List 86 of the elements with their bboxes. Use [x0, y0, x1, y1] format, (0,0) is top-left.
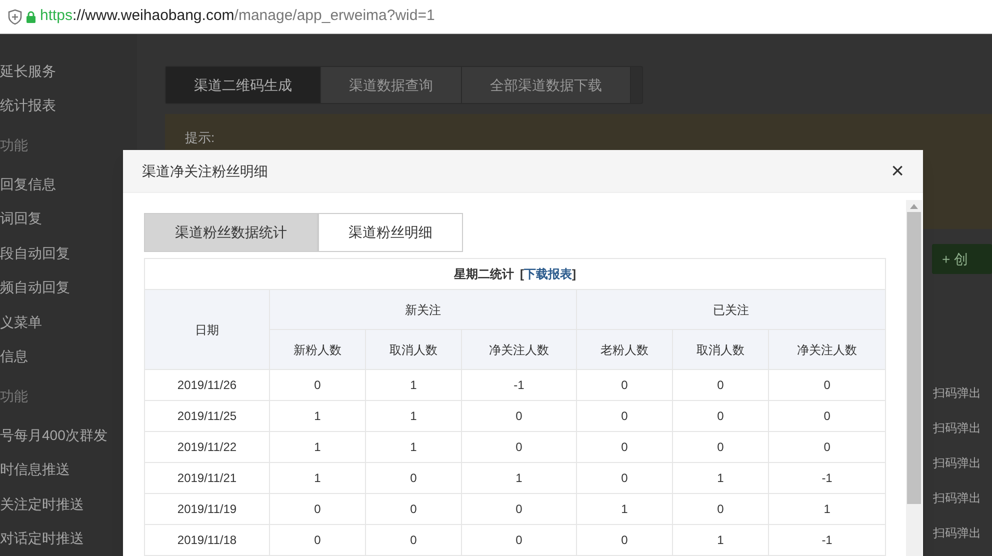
- table-cell: -1: [462, 370, 576, 400]
- table-cell: 1: [366, 432, 462, 462]
- table-cell: 1: [672, 462, 768, 494]
- list-item-text: 扫码弹出: [933, 526, 981, 540]
- url-text: https://www.weihaobang.com/manage/app_erweima?wid=1: [40, 6, 435, 26]
- table-cell: 0: [768, 400, 886, 432]
- sidebar-section-label: 功能: [0, 386, 28, 406]
- table-cell: 0: [768, 432, 886, 462]
- scroll-up-icon[interactable]: [910, 203, 918, 209]
- table-cell: 2019/11/26: [144, 370, 270, 400]
- page-tab[interactable]: 全部渠道数据下载: [462, 67, 631, 104]
- sidebar-item[interactable]: 关注定时推送: [0, 494, 84, 515]
- close-button[interactable]: ×: [891, 160, 904, 182]
- sidebar-item[interactable]: 延长服务: [0, 60, 56, 82]
- scrollbar[interactable]: [906, 200, 922, 556]
- table-cell: 1: [270, 462, 366, 494]
- table-cell: 0: [462, 524, 576, 556]
- table-cell: 0: [366, 462, 462, 494]
- modal-title: 渠道净关注粉丝明细: [142, 162, 268, 180]
- scrollbar-thumb[interactable]: [907, 212, 921, 504]
- shield-icon: [8, 8, 22, 24]
- create-button[interactable]: + 创: [932, 244, 992, 274]
- page-tab[interactable]: 渠道数据查询: [321, 67, 462, 104]
- table-cell: 0: [672, 432, 768, 462]
- sidebar-item[interactable]: 统计报表: [0, 95, 56, 116]
- table-cell: 1: [672, 524, 768, 556]
- table-cell: 2019/11/22: [144, 432, 270, 462]
- table-cell: 0: [366, 524, 462, 556]
- table-cell: 0: [270, 494, 366, 524]
- sidebar-item[interactable]: 号每月400次群发: [0, 424, 108, 446]
- table-cell: 2019/11/25: [144, 400, 270, 432]
- download-report[interactable]: [下载报表]: [520, 265, 576, 283]
- table-cell: 0: [270, 524, 366, 556]
- table-cell: 0: [270, 370, 366, 400]
- header-cell: 取消人数: [366, 330, 462, 370]
- list-item-text: 扫码弹出: [933, 491, 981, 505]
- page-tab[interactable]: 渠道二维码生成: [166, 67, 321, 104]
- table-cell: 0: [576, 400, 672, 432]
- table-cell: -1: [768, 524, 886, 556]
- table-cell: 2019/11/18: [144, 524, 270, 556]
- table-cell: 0: [576, 432, 672, 462]
- sidebar-item[interactable]: 对话定时推送: [0, 528, 84, 550]
- table-cell: 1: [462, 462, 576, 494]
- sidebar-item[interactable]: 时信息推送: [0, 459, 70, 480]
- table-cell: 1: [270, 432, 366, 462]
- table-cell: 0: [462, 432, 576, 462]
- list-item-text: 扫码弹出: [933, 456, 981, 470]
- table-cell: 1: [270, 400, 366, 432]
- sidebar-item[interactable]: 回复信息: [0, 174, 56, 195]
- table-cell: 1: [366, 370, 462, 400]
- table-cell: -1: [768, 462, 886, 494]
- table-cell: 0: [672, 494, 768, 524]
- sidebar-item[interactable]: 词回复: [0, 208, 42, 230]
- table-cell: 0: [672, 400, 768, 432]
- list-item-text: 扫码弹出: [933, 386, 981, 400]
- table-cell: 0: [768, 370, 886, 400]
- address-bar[interactable]: https://www.weihaobang.com/manage/app_erweima?wid=1: [0, 0, 992, 34]
- modal-tab[interactable]: 渠道粉丝数据统计: [144, 213, 318, 252]
- table-cell: 0: [672, 370, 768, 400]
- table-cell: 0: [462, 494, 576, 524]
- table-cell: 1: [366, 400, 462, 432]
- lock-icon: [26, 10, 36, 22]
- header-cell: 净关注人数: [768, 330, 886, 370]
- sidebar-section-label: 功能: [0, 136, 28, 155]
- table-cell: 1: [768, 494, 886, 524]
- table-cell: 0: [576, 524, 672, 556]
- table-cell: 2019/11/21: [144, 462, 270, 494]
- table-cell: 0: [366, 494, 462, 524]
- table-cell: 0: [576, 370, 672, 400]
- table-cell: 0: [576, 462, 672, 494]
- table-title: 星期二统计: [454, 266, 514, 283]
- table-cell: 0: [462, 400, 576, 432]
- header-cell: 取消人数: [672, 330, 768, 370]
- sidebar-item[interactable]: 信息: [0, 346, 28, 368]
- header-cell: 日期: [144, 290, 270, 370]
- list-item-text: 扫码弹出: [933, 421, 981, 435]
- sidebar-item[interactable]: 频自动回复: [0, 277, 70, 298]
- sidebar-item[interactable]: 义菜单: [0, 312, 42, 333]
- header-cell: 净关注人数: [462, 330, 576, 370]
- header-cell: 老粉人数: [576, 330, 672, 370]
- sidebar-item[interactable]: 段自动回复: [0, 242, 70, 264]
- table-cell: 1: [576, 494, 672, 524]
- hint-label: 提示:: [185, 130, 215, 146]
- table-cell: 2019/11/19: [144, 494, 270, 524]
- modal-tab[interactable]: 渠道粉丝明细: [318, 213, 463, 252]
- header-cell: 新粉人数: [270, 330, 366, 370]
